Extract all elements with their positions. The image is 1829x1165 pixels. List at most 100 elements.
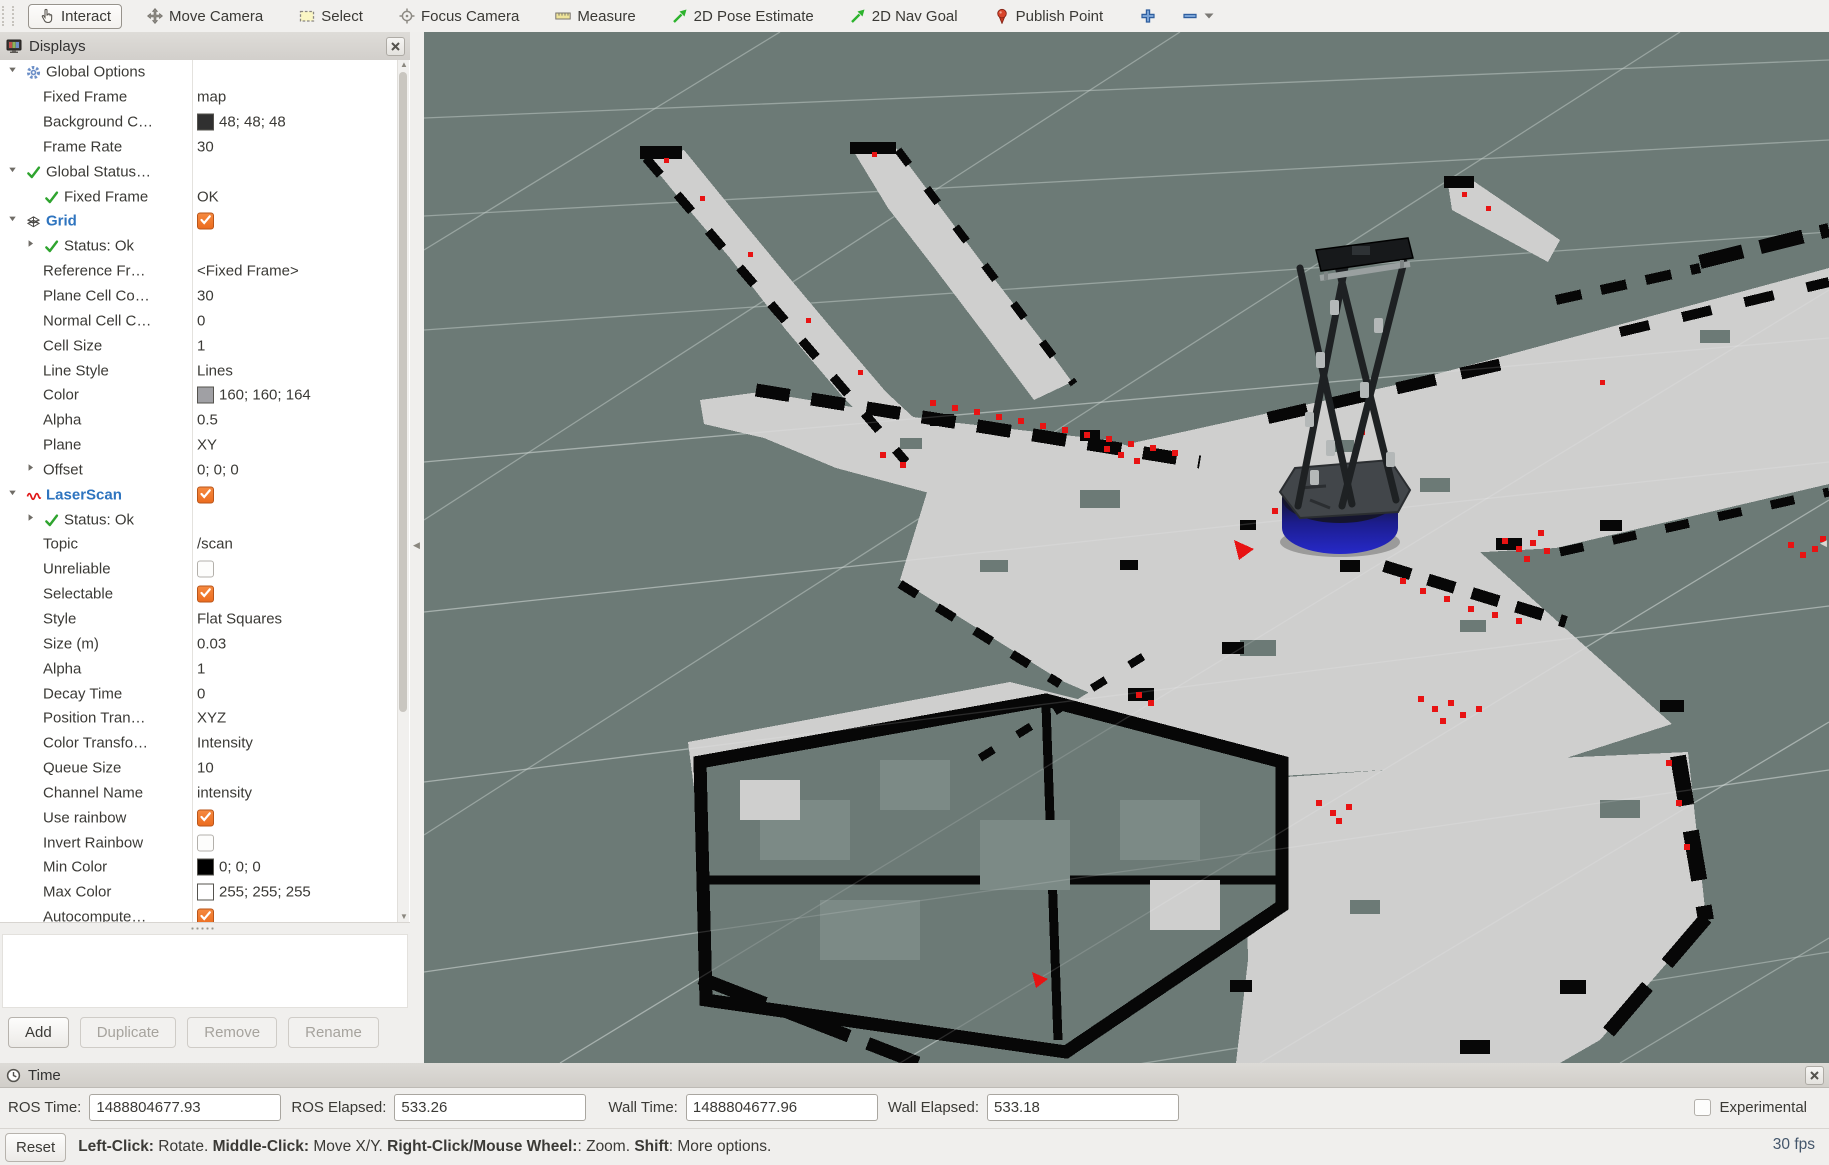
time-panel-header[interactable]: Time [0,1063,1829,1088]
tree-row-use-rainbow[interactable]: Use rainbow [0,805,410,830]
3d-viewport[interactable] [424,32,1829,1063]
status-bar: Reset Left-Click: Rotate. Middle-Click: … [0,1128,1829,1165]
minus-icon [1182,8,1198,24]
time-close-icon[interactable] [1805,1066,1824,1085]
tree-row-global-status[interactable]: Global Status… [0,159,410,184]
scrollbar-thumb[interactable] [399,72,407,712]
mouse-help-text: Left-Click: Rotate. Middle-Click: Move X… [78,1138,771,1156]
tree-row-line-style[interactable]: Line StyleLines [0,358,410,383]
checkbox-checked[interactable] [197,909,214,922]
tree-row-size-m[interactable]: Size (m)0.03 [0,631,410,656]
tree-row-selectable[interactable]: Selectable [0,582,410,607]
expander-closed-icon[interactable] [26,463,40,477]
tree-row-fixed-frame[interactable]: Fixed Framemap [0,85,410,110]
tree-row-channel-name[interactable]: Channel Nameintensity [0,780,410,805]
tree-row-reference-fr[interactable]: Reference Fr…<Fixed Frame> [0,259,410,284]
checkbox-checked[interactable] [197,586,214,603]
wall-time-input[interactable] [686,1094,878,1121]
remove-tool-button[interactable] [1182,8,1214,24]
tree-row-offset[interactable]: Offset 0; 0; 0 [0,458,410,483]
expander-open-icon[interactable] [8,488,22,502]
displays-panel-header[interactable]: Displays [0,32,410,61]
color-swatch[interactable] [197,114,214,131]
clock-icon [6,1068,21,1083]
duplicate-button: Duplicate [80,1017,177,1048]
color-swatch[interactable] [197,859,214,876]
tree-row-color[interactable]: Color160; 160; 164 [0,383,410,408]
tree-row-cell-size[interactable]: Cell Size1 [0,333,410,358]
panel-splitter[interactable]: ◀ [410,32,424,1063]
tree-row-unreliable[interactable]: Unreliable [0,557,410,582]
property-label: LaserScan [46,486,122,503]
property-value: 160; 160; 164 [197,387,311,404]
tree-row-color-transfo[interactable]: Color Transfo…Intensity [0,731,410,756]
expander-open-icon[interactable] [8,165,22,179]
tree-row-position-tran[interactable]: Position Tran…XYZ [0,706,410,731]
toolbar-interact[interactable]: Interact [28,4,122,29]
help-segment: Left-Click: [78,1138,154,1155]
tree-row-invert-rainbow[interactable]: Invert Rainbow [0,830,410,855]
tree-row-queue-size[interactable]: Queue Size10 [0,756,410,781]
tree-row-normal-cell-c[interactable]: Normal Cell C…0 [0,308,410,333]
tree-row-frame-rate[interactable]: Frame Rate30 [0,135,410,160]
property-value [197,213,214,230]
experimental-option[interactable]: Experimental [1694,1099,1807,1116]
grid-icon [26,214,40,228]
tree-row-alpha[interactable]: Alpha1 [0,656,410,681]
toolbar-select[interactable]: Select [288,4,374,29]
tree-row-status-ok[interactable]: Status: Ok [0,507,410,532]
expander-open-icon[interactable] [8,214,22,228]
wall-elapsed-input[interactable] [987,1094,1179,1121]
property-label: Offset [43,461,83,478]
toolbar-move-camera[interactable]: Move Camera [136,4,274,29]
expander-open-icon[interactable] [8,65,22,79]
toolbar-focus-camera[interactable]: Focus Camera [388,4,530,29]
checkbox-checked[interactable] [197,486,214,503]
tree-row-decay-time[interactable]: Decay Time0 [0,681,410,706]
property-label: Grid [46,213,77,230]
ros-elapsed-input[interactable] [394,1094,586,1121]
reset-button[interactable]: Reset [5,1133,66,1162]
tree-vertical-scrollbar[interactable]: ▲ ▼ [397,60,409,922]
checkbox-unchecked[interactable] [197,834,214,851]
checkbox-checked[interactable] [197,213,214,230]
add-tool-button[interactable] [1140,8,1156,24]
property-value: Lines [197,362,233,379]
tree-row-autocompute[interactable]: Autocompute… [0,905,410,922]
collapse-right-icon[interactable]: ◀ [1820,538,1829,560]
property-value: 0; 0; 0 [197,461,239,478]
hand-icon [39,8,55,24]
displays-icon [6,38,22,54]
property-value: <Fixed Frame> [197,263,299,280]
expander-closed-icon[interactable] [26,239,40,253]
toolbar-publish-point[interactable]: Publish Point [983,4,1115,29]
tree-row-plane-cell-co[interactable]: Plane Cell Co…30 [0,284,410,309]
toolbar-grip[interactable] [2,6,14,26]
color-swatch[interactable] [197,387,214,404]
tree-row-alpha[interactable]: Alpha0.5 [0,408,410,433]
toolbar-2d-nav-goal[interactable]: 2D Nav Goal [839,4,969,29]
tree-row-fixed-frame[interactable]: Fixed FrameOK [0,184,410,209]
tree-row-background-c[interactable]: Background C…48; 48; 48 [0,110,410,135]
tree-row-max-color[interactable]: Max Color255; 255; 255 [0,880,410,905]
tree-row-style[interactable]: StyleFlat Squares [0,607,410,632]
ros-time-input[interactable] [89,1094,281,1121]
tree-row-grid[interactable]: Grid [0,209,410,234]
tree-row-topic[interactable]: Topic/scan [0,532,410,557]
toolbar-2d-pose-estimate[interactable]: 2D Pose Estimate [661,4,825,29]
tree-row-min-color[interactable]: Min Color0; 0; 0 [0,855,410,880]
tree-row-laserscan[interactable]: LaserScan [0,482,410,507]
expander-closed-icon[interactable] [26,513,40,527]
toolbar-measure[interactable]: Measure [544,4,646,29]
checkbox-unchecked[interactable] [197,561,214,578]
select-box-icon [299,8,315,24]
tree-row-plane[interactable]: PlaneXY [0,433,410,458]
collapse-left-icon[interactable]: ◀ [413,540,420,551]
displays-close-icon[interactable] [386,37,405,56]
tree-row-status-ok[interactable]: Status: Ok [0,234,410,259]
add-button[interactable]: Add [8,1017,69,1048]
tree-row-global-options[interactable]: Global Options [0,60,410,85]
color-swatch[interactable] [197,884,214,901]
experimental-checkbox[interactable] [1694,1099,1711,1116]
checkbox-checked[interactable] [197,809,214,826]
